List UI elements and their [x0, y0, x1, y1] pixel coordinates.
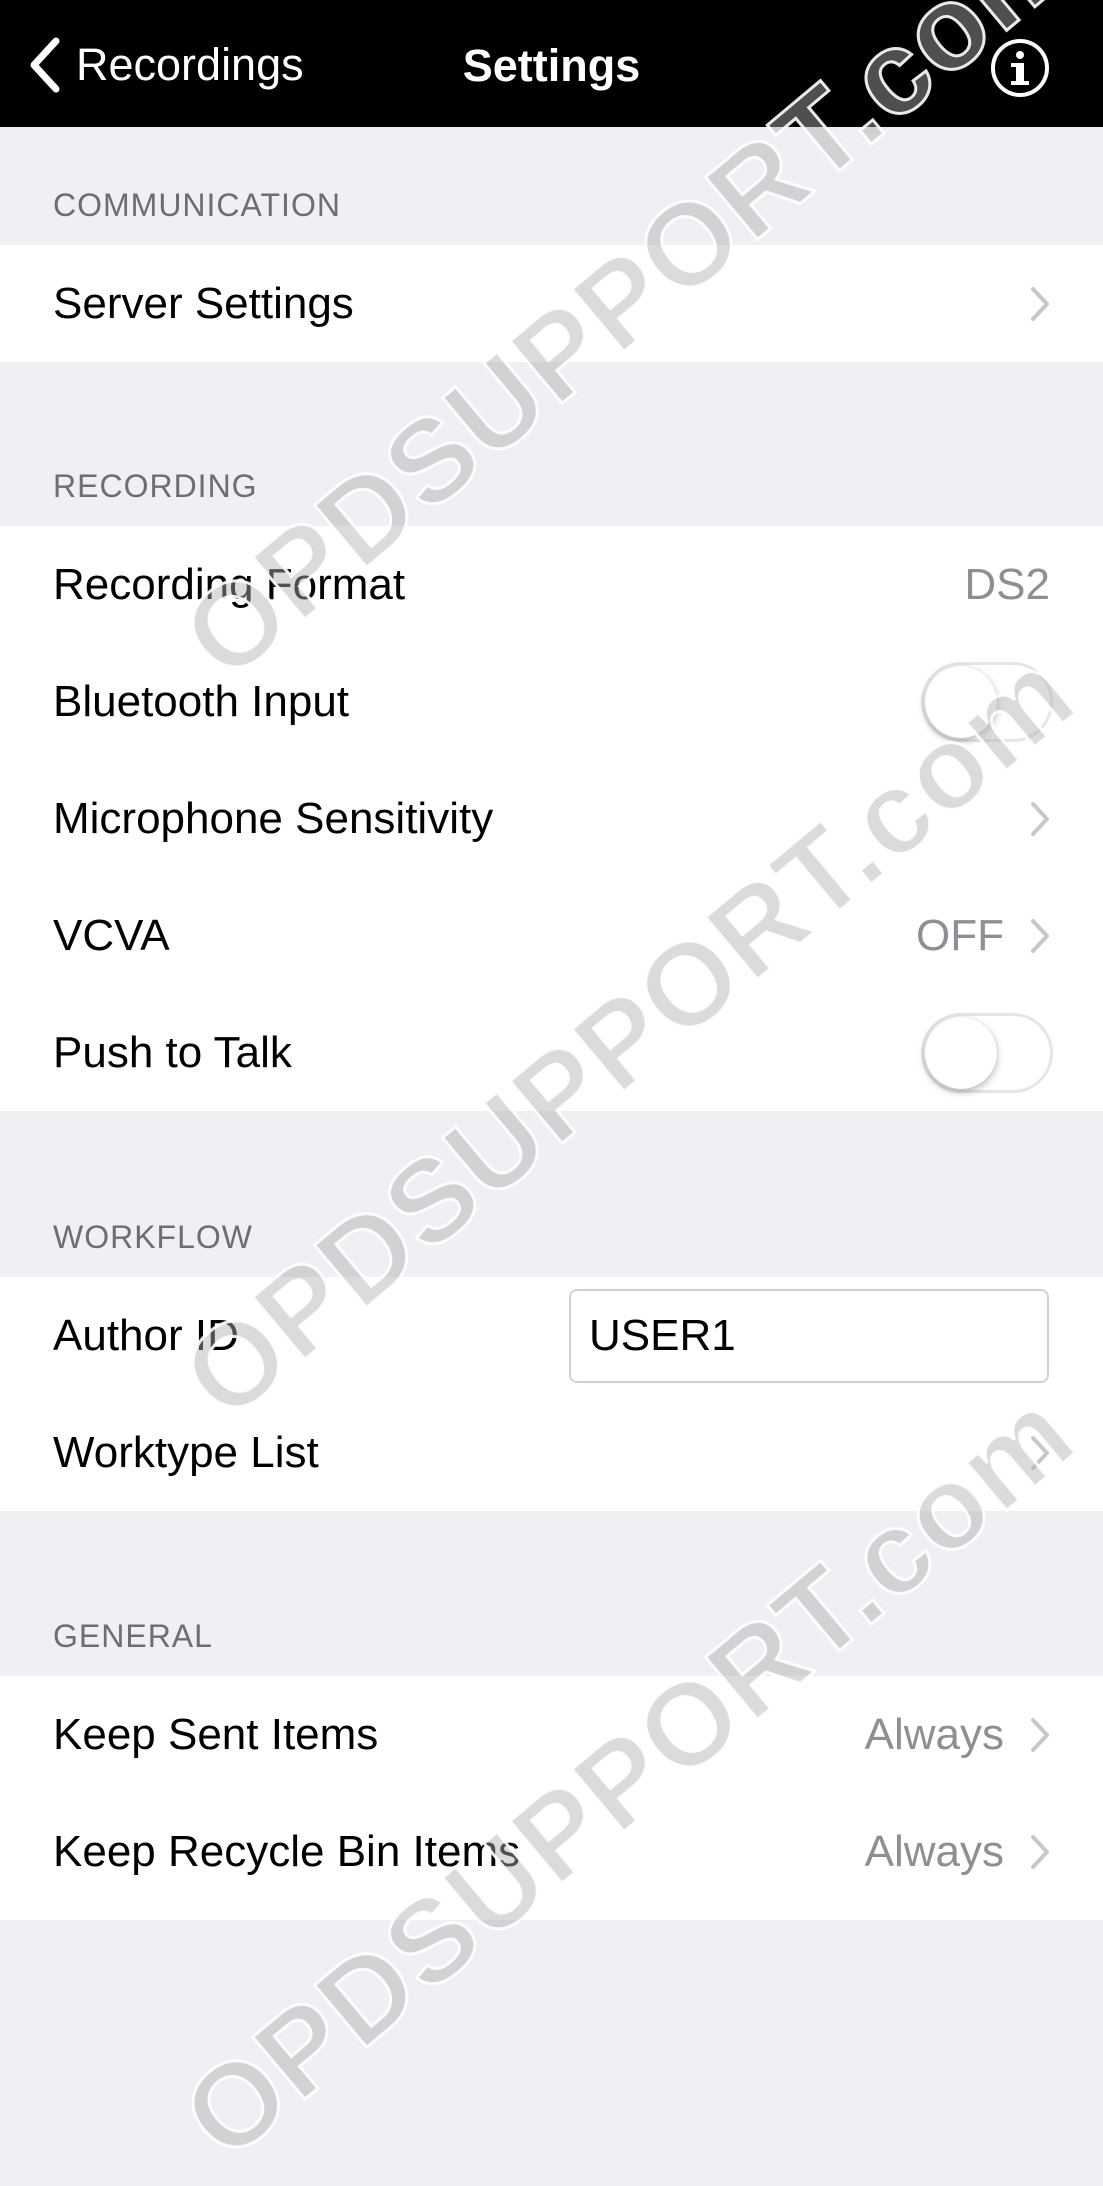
back-button-label: Recordings — [76, 39, 304, 90]
info-icon[interactable] — [990, 38, 1050, 98]
chevron-right-icon — [1031, 286, 1049, 321]
keep-recycle-bin-items-value: Always — [864, 1826, 1004, 1876]
recording-format-value: DS2 — [964, 559, 1050, 609]
navigation-bar: Recordings Settings — [0, 0, 1103, 127]
bluetooth-input-label: Bluetooth Input — [53, 676, 350, 726]
vcva-value: OFF — [916, 910, 1004, 960]
toggle-knob — [925, 665, 997, 738]
row-recording-format[interactable]: Recording Format DS2 — [0, 526, 1103, 643]
section-header-general: GENERAL — [53, 1618, 213, 1654]
server-settings-label: Server Settings — [53, 278, 354, 328]
group-workflow: Author ID Worktype List — [0, 1277, 1103, 1511]
keep-recycle-bin-items-label: Keep Recycle Bin Items — [53, 1826, 521, 1876]
row-server-settings[interactable]: Server Settings — [0, 245, 1103, 362]
push-to-talk-toggle[interactable] — [921, 1012, 1053, 1093]
chevron-right-icon — [1031, 801, 1049, 836]
chevron-right-icon — [1031, 918, 1049, 953]
section-header-recording: RECORDING — [53, 468, 258, 504]
toggle-knob — [925, 1016, 997, 1089]
chevron-left-icon — [30, 37, 60, 93]
section-header-workflow: WORKFLOW — [53, 1219, 253, 1255]
recording-format-label: Recording Format — [53, 559, 406, 609]
row-keep-recycle-bin-items[interactable]: Keep Recycle Bin Items Always — [0, 1793, 1103, 1910]
row-bluetooth-input: Bluetooth Input — [0, 643, 1103, 760]
microphone-sensitivity-label: Microphone Sensitivity — [53, 793, 494, 843]
vcva-label: VCVA — [53, 910, 170, 960]
bluetooth-input-toggle[interactable] — [921, 661, 1053, 742]
author-id-label: Author ID — [53, 1310, 239, 1360]
chevron-right-icon — [1031, 1834, 1049, 1869]
push-to-talk-label: Push to Talk — [53, 1027, 292, 1077]
row-worktype-list[interactable]: Worktype List — [0, 1394, 1103, 1511]
keep-sent-items-value: Always — [864, 1709, 1004, 1759]
chevron-right-icon — [1031, 1435, 1049, 1470]
worktype-list-label: Worktype List — [53, 1427, 319, 1477]
author-id-input[interactable] — [569, 1288, 1049, 1383]
row-author-id: Author ID — [0, 1277, 1103, 1394]
section-header-communication: COMMUNICATION — [53, 187, 341, 223]
row-keep-sent-items[interactable]: Keep Sent Items Always — [0, 1676, 1103, 1793]
row-vcva[interactable]: VCVA OFF — [0, 877, 1103, 994]
group-general: Keep Sent Items Always Keep Recycle Bin … — [0, 1676, 1103, 1920]
row-microphone-sensitivity[interactable]: Microphone Sensitivity — [0, 760, 1103, 877]
keep-sent-items-label: Keep Sent Items — [53, 1709, 379, 1759]
row-push-to-talk: Push to Talk — [0, 994, 1103, 1111]
chevron-right-icon — [1031, 1717, 1049, 1752]
back-button[interactable]: Recordings — [28, 30, 304, 100]
group-communication: Server Settings — [0, 245, 1103, 362]
group-recording: Recording Format DS2 Bluetooth Input Mic… — [0, 526, 1103, 1111]
